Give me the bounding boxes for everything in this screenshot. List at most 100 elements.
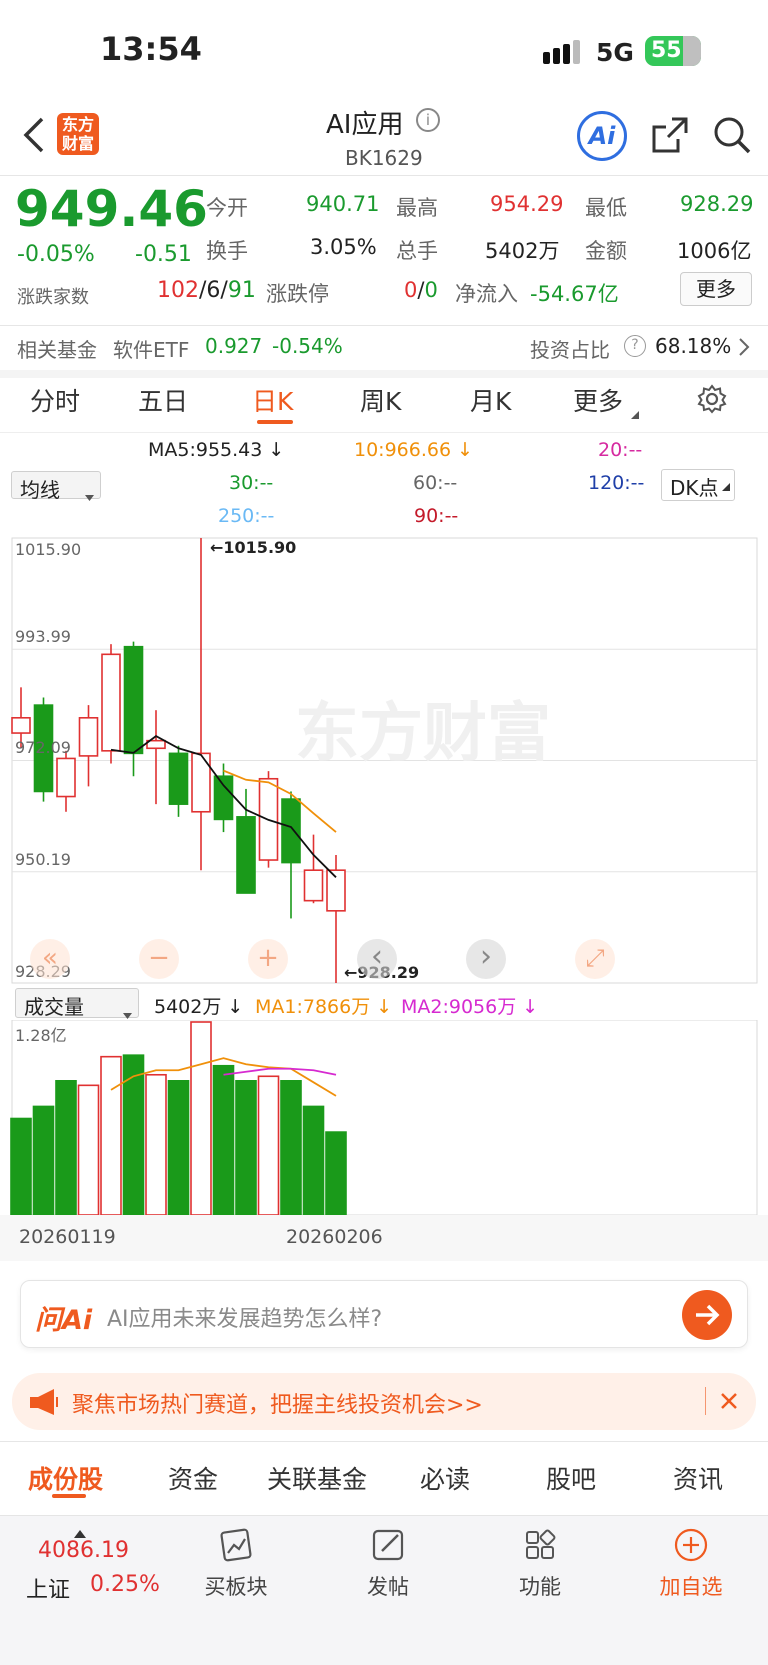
prev-button[interactable]: ‹ (357, 939, 397, 979)
close-icon[interactable] (719, 1391, 739, 1411)
index-change: 0.25% (90, 1572, 160, 1597)
volume-bar-down (325, 1131, 347, 1215)
candle-up (11, 717, 31, 734)
volume-bar-down (235, 1080, 257, 1215)
max-price-label: ←1015.90 (210, 538, 297, 557)
ask-ai-brand: 问Ai (35, 1305, 93, 1336)
tab-monthly-k[interactable]: 月K (470, 382, 511, 418)
candle-up (78, 717, 99, 757)
info-icon[interactable]: i (416, 108, 440, 132)
fullscreen-button[interactable]: ⤢ (575, 939, 615, 979)
send-arrow-icon[interactable] (682, 1290, 732, 1340)
amount-value: 1006亿 (677, 239, 752, 263)
volume-chart[interactable] (0, 1020, 768, 1215)
banner-text: 聚焦市场热门赛道，把握主线投资机会>> (72, 1393, 483, 1418)
tab-more[interactable]: 更多 (573, 382, 623, 418)
back-icon[interactable] (22, 115, 46, 155)
help-icon[interactable]: ? (624, 335, 646, 357)
zoom-in-button[interactable]: + (248, 939, 288, 979)
rewind-button[interactable]: « (30, 939, 70, 979)
ma90-label: 90:-- (414, 505, 459, 527)
gear-icon[interactable] (697, 384, 727, 414)
app-logo: 东方 财富 (57, 113, 99, 155)
megaphone-icon (28, 1388, 60, 1416)
candle-down (168, 752, 189, 805)
ask-ai-bar[interactable]: 问Ai AI应用未来发展趋势怎么样? (20, 1280, 748, 1348)
netflow-value: -54.67亿 (530, 282, 619, 306)
limit-label: 涨跌停 (266, 282, 329, 306)
dk-select[interactable]: DK点 (661, 469, 735, 501)
dropdown-caret-icon (85, 482, 94, 506)
ratio-value: 68.18% (655, 334, 732, 358)
promo-banner[interactable]: 聚焦市场热门赛道，把握主线投资机会>> (12, 1373, 756, 1430)
volume-bar-up (100, 1055, 122, 1215)
ma-select[interactable]: 均线 (11, 471, 101, 502)
tab-news[interactable]: 资讯 (673, 1460, 723, 1496)
volume-select[interactable]: 成交量 (15, 988, 139, 1019)
tab-more-caret-icon (631, 404, 639, 419)
tab-five-day[interactable]: 五日 (138, 382, 188, 418)
zoom-out-button[interactable]: − (139, 939, 179, 979)
volume-bar-up (77, 1084, 100, 1215)
sector-code: BK1629 (345, 146, 423, 170)
x-label-end: 20260206 (286, 1226, 383, 1248)
limit-values: 0/0 (404, 278, 438, 302)
next-button[interactable]: › (466, 939, 506, 979)
y-tick-2: 972.09 (15, 738, 71, 757)
share-icon[interactable] (650, 115, 690, 155)
nav-functions[interactable]: 功能 (500, 1525, 580, 1601)
tab-intraday[interactable]: 分时 (30, 382, 80, 418)
fund-price: 0.927 (205, 334, 263, 358)
candle-up (303, 869, 324, 902)
index-value[interactable]: 4086.19 (38, 1538, 129, 1563)
volume-bar-up (257, 1075, 280, 1215)
volume-bar-down (122, 1054, 145, 1215)
ma120-label: 120:-- (588, 472, 645, 494)
low-value: 928.29 (680, 192, 754, 216)
nav-post[interactable]: 发帖 (348, 1525, 428, 1601)
tab-forum[interactable]: 股吧 (546, 1460, 596, 1496)
page-title: AI应用 (326, 110, 404, 140)
grid-icon (500, 1525, 580, 1565)
ma20-label: 20:-- (598, 439, 643, 461)
volume-bar-up (145, 1073, 167, 1215)
fund-name[interactable]: 软件ETF (113, 334, 189, 363)
tab-weekly-k[interactable]: 周K (360, 382, 401, 418)
active-tab-indicator (257, 420, 293, 424)
volume-value: 5402万 (485, 239, 560, 263)
change-percent: -0.05% (17, 242, 95, 267)
add-circle-icon (651, 1525, 731, 1565)
volume-bar-down (55, 1080, 77, 1215)
candle-down (213, 775, 234, 821)
y-tick-3: 950.19 (15, 850, 71, 869)
ma10-label: 10:966.66 ↓ (354, 439, 474, 461)
watermark: 东方财富 (295, 697, 551, 771)
nav-add-watchlist[interactable]: 加自选 (651, 1525, 731, 1601)
volume-ma1: MA1:7866万 ↓ (255, 996, 393, 1018)
high-value: 954.29 (490, 192, 564, 216)
tab-funds-flow[interactable]: 资金 (168, 1460, 218, 1496)
tab-related-funds[interactable]: 关联基金 (267, 1460, 367, 1496)
more-button[interactable]: 更多 (680, 272, 752, 306)
tab-daily-k[interactable]: 日K (252, 382, 293, 418)
volume-bar-down (280, 1080, 302, 1215)
ai-icon[interactable]: Ai (577, 111, 627, 161)
chevron-right-icon[interactable] (738, 337, 750, 357)
candle-down (123, 645, 144, 755)
fund-label: 相关基金 (17, 338, 97, 362)
y-tick-0: 1015.90 (15, 540, 82, 559)
tab-must-read[interactable]: 必读 (420, 1460, 470, 1496)
candle-up (101, 653, 121, 752)
search-icon[interactable] (712, 115, 752, 155)
y-tick-1: 993.99 (15, 627, 71, 646)
dk-caret-icon (722, 472, 730, 496)
candlestick-chart[interactable]: 东方财富 (0, 535, 768, 985)
tab-constituents[interactable]: 成份股 (28, 1460, 103, 1496)
breadth-values: 102/6/91 (157, 278, 256, 303)
candle-down (281, 798, 301, 864)
volume-ma2: MA2:9056万 ↓ (401, 996, 539, 1018)
index-name: 上证 (26, 1578, 71, 1603)
nav-buy-sector[interactable]: 买板块 (196, 1525, 276, 1601)
battery-icon: 55 (645, 36, 701, 66)
volume-bar-down (167, 1080, 190, 1215)
